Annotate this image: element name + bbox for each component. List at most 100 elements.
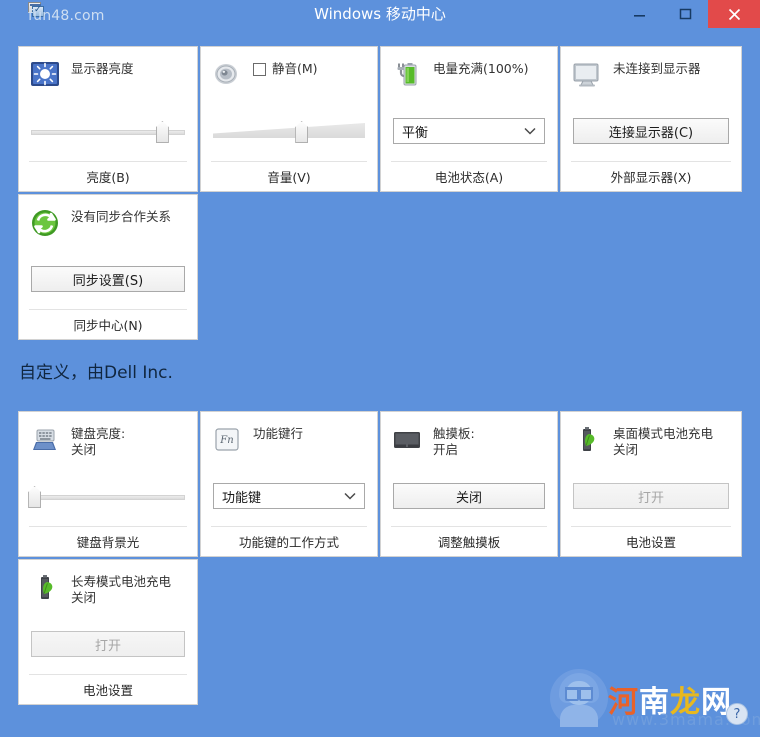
tile-function-key-row[interactable]: Fn 功能键行 功能键 功能键的工作方式 — [200, 411, 378, 557]
tile-label-line2: 开启 — [433, 442, 459, 457]
tile-footer-link[interactable]: 电池设置 — [571, 526, 731, 556]
tile-longevity-mode-battery[interactable]: 长寿模式电池充电 关闭 打开 电池设置 — [18, 559, 198, 705]
tile-footer-link[interactable]: 电池状态(A) — [391, 161, 547, 191]
tile-footer-label: 亮度(B) — [86, 170, 130, 185]
keyboard-icon — [29, 424, 61, 456]
minimize-icon — [633, 14, 645, 17]
tile-label: 桌面模式电池充电 关闭 — [613, 424, 713, 458]
desktop-mode-battery-label: 打开 — [637, 490, 664, 506]
tile-row: 没有同步合作关系 同步设置(S) 同步中心(N) — [18, 194, 742, 342]
tile-row: 键盘亮度: 关闭 键盘背景光 Fn 功能键行 功能键 功能键的工作方式 触摸板:… — [18, 411, 742, 559]
tile-footer-link[interactable]: 同步中心(N) — [29, 309, 187, 339]
longevity-mode-battery-label: 打开 — [94, 638, 121, 654]
function-key-select[interactable]: 功能键 — [213, 483, 365, 509]
keyboard-brightness-slider[interactable] — [28, 483, 185, 509]
close-button[interactable] — [708, 0, 760, 28]
window-title-bar: fun48.com Windows 移动中心 — [0, 0, 760, 28]
dell-section-heading: 自定义，由Dell Inc. — [19, 363, 173, 383]
tile-label-line1: 电量充满(100%) — [433, 61, 529, 76]
tile-keyboard-brightness[interactable]: 键盘亮度: 关闭 键盘背景光 — [18, 411, 198, 557]
speaker-icon — [211, 59, 243, 91]
tile-label-line1: 显示器亮度 — [71, 61, 134, 76]
tile-label-line1: 触摸板: — [433, 426, 475, 441]
watermark-help-badge-icon: ? — [726, 703, 748, 725]
slider-wedge-track — [213, 122, 365, 138]
svg-text:Fn: Fn — [219, 435, 233, 446]
tile-header: 没有同步合作关系 — [19, 195, 197, 251]
mute-checkbox-label: 静音(M) — [272, 61, 318, 76]
tile-label-line1: 没有同步合作关系 — [71, 209, 172, 224]
tile-label-line1: 功能键行 — [253, 426, 304, 441]
tile-body: 同步设置(S) — [19, 251, 197, 307]
tile-header: 电量充满(100%) — [381, 47, 557, 103]
touchpad-icon — [391, 424, 423, 456]
tile-body — [201, 103, 377, 159]
tile-row: 显示器亮度 亮度(B) 静音(M) 音量(V) 电量充满(100%) 平衡 电池… — [18, 46, 742, 194]
battery-plugged-icon — [391, 59, 423, 91]
minimize-button[interactable] — [616, 0, 662, 28]
tile-footer-label: 同步中心(N) — [73, 318, 143, 333]
tile-footer-link[interactable]: 外部显示器(X) — [571, 161, 731, 191]
connect-display-button[interactable]: 连接显示器(C) — [573, 118, 729, 144]
tile-label: 触摸板: 开启 — [433, 424, 475, 458]
tile-footer-label: 电池设置 — [82, 683, 133, 698]
tile-display-brightness[interactable]: 显示器亮度 亮度(B) — [18, 46, 198, 192]
tile-header: 显示器亮度 — [19, 47, 197, 103]
sync-settings-label: 同步设置(S) — [72, 273, 144, 289]
tile-footer-link[interactable]: 调整触摸板 — [391, 526, 547, 556]
battery-leaf-icon — [571, 424, 603, 456]
slider-thumb[interactable] — [155, 121, 169, 143]
maximize-button[interactable] — [662, 0, 708, 28]
tile-header: 长寿模式电池充电 关闭 — [19, 560, 197, 616]
tile-volume[interactable]: 静音(M) 音量(V) — [200, 46, 378, 192]
longevity-mode-battery-button[interactable]: 打开 — [31, 631, 185, 657]
monitor-icon — [571, 59, 603, 91]
power-plan-value: 平衡 — [402, 125, 429, 141]
tile-label-line1: 未连接到显示器 — [613, 61, 701, 76]
tile-label-line2: 关闭 — [71, 442, 97, 457]
tile-touchpad[interactable]: 触摸板: 开启 关闭 调整触摸板 — [380, 411, 558, 557]
slider-track — [31, 495, 185, 500]
tile-external-display[interactable]: 未连接到显示器 连接显示器(C) 外部显示器(X) — [560, 46, 742, 192]
tile-body: 平衡 — [381, 103, 557, 159]
tile-label: 没有同步合作关系 — [71, 207, 171, 225]
tile-footer-label: 功能键的工作方式 — [238, 535, 339, 550]
slider-thumb[interactable] — [295, 121, 309, 143]
tile-body — [19, 103, 197, 159]
watermark-bottom-right: 河南龙网 www.3mama.com ? — [550, 667, 760, 731]
tile-sync-center[interactable]: 没有同步合作关系 同步设置(S) 同步中心(N) — [18, 194, 198, 340]
tile-header: 触摸板: 开启 — [381, 412, 557, 468]
tile-footer-link[interactable]: 亮度(B) — [29, 161, 187, 191]
tile-header: 静音(M) — [201, 47, 377, 103]
battery-leaf-icon — [29, 572, 61, 604]
brightness-slider[interactable] — [31, 118, 185, 144]
mute-checkbox-row[interactable]: 静音(M) — [253, 59, 318, 77]
sync-settings-button[interactable]: 同步设置(S) — [31, 266, 185, 292]
desktop-mode-battery-button[interactable]: 打开 — [573, 483, 729, 509]
volume-slider[interactable] — [213, 118, 365, 144]
tile-desktop-mode-battery[interactable]: 桌面模式电池充电 关闭 打开 电池设置 — [560, 411, 742, 557]
tile-label: 键盘亮度: 关闭 — [71, 424, 125, 458]
mute-checkbox[interactable] — [253, 62, 266, 76]
window-controls — [616, 0, 760, 28]
tile-footer-label: 音量(V) — [267, 170, 311, 185]
sync-icon — [29, 207, 61, 239]
touchpad-toggle-button[interactable]: 关闭 — [393, 483, 545, 509]
tile-footer-label: 电池状态(A) — [434, 170, 504, 185]
tile-footer-link[interactable]: 键盘背景光 — [29, 526, 187, 556]
maximize-icon — [679, 8, 691, 19]
tile-footer-label: 电池设置 — [625, 535, 676, 550]
tile-footer-link[interactable]: 电池设置 — [29, 674, 187, 704]
brightness-icon — [29, 59, 61, 91]
tile-body: 打开 — [561, 468, 741, 524]
tile-body — [19, 468, 197, 524]
tile-header: 桌面模式电池充电 关闭 — [561, 412, 741, 468]
touchpad-toggle-label: 关闭 — [455, 490, 482, 506]
tile-battery-status[interactable]: 电量充满(100%) 平衡 电池状态(A) — [380, 46, 558, 192]
tile-header: 键盘亮度: 关闭 — [19, 412, 197, 468]
tile-footer-link[interactable]: 功能键的工作方式 — [211, 526, 367, 556]
power-plan-select[interactable]: 平衡 — [393, 118, 545, 144]
tile-footer-link[interactable]: 音量(V) — [211, 161, 367, 191]
slider-thumb[interactable] — [28, 486, 42, 508]
tile-footer-label: 键盘背景光 — [76, 535, 140, 550]
